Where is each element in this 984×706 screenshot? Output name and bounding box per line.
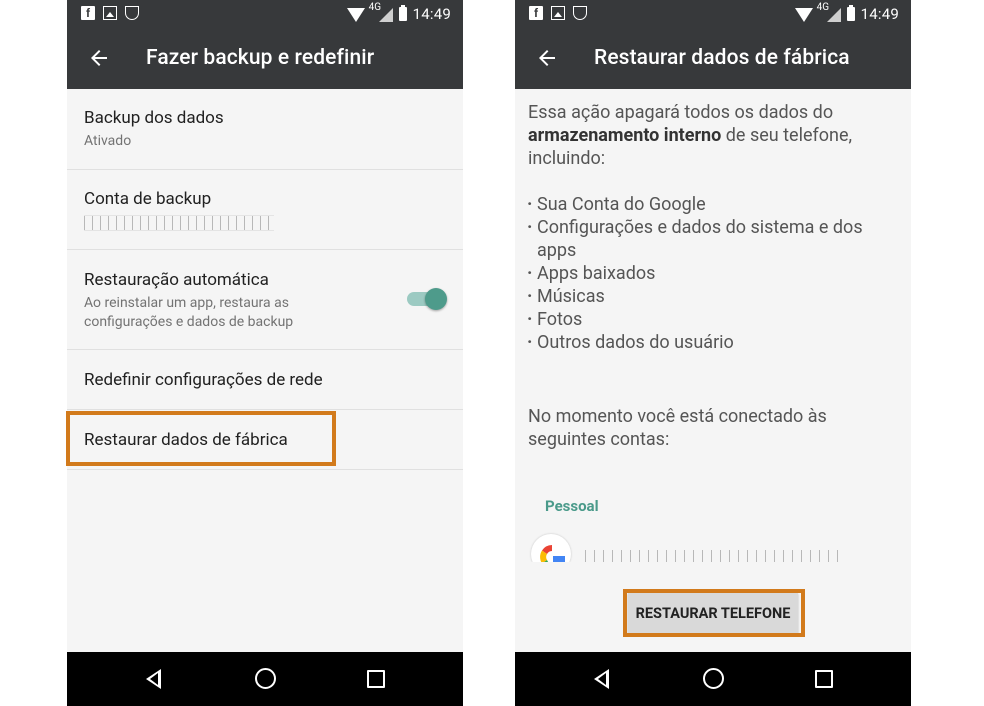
item-title: Backup dos dados [84,108,224,128]
nav-back-icon[interactable] [146,669,161,689]
nav-recents-icon[interactable] [367,670,385,688]
settings-item-factory-reset[interactable]: Restaurar dados de fábrica [67,410,463,470]
facebook-icon: f [529,6,543,20]
account-section-label: Pessoal [545,497,599,515]
wifi-icon [794,8,813,22]
warning-line-2-rest: de seu telefone, [721,125,853,146]
restore-phone-button[interactable]: RESTAURAR TELEFONE [628,593,798,633]
app-bar: Restaurar dados de fábrica [515,28,911,89]
nav-home-icon[interactable] [703,668,724,689]
navigation-bar [515,652,911,706]
nav-recents-icon[interactable] [815,670,833,688]
item-subtitle: Ativado [84,133,132,149]
gallery-icon [103,6,117,20]
list-item: Sua Conta do Google [527,193,907,216]
item-title: Restauração automática [84,270,269,290]
accounts-line-2: seguintes contas: [528,429,670,450]
phone-screen-backup-settings: f 4G 14:49 Fazer backup e redefinir Back… [67,0,463,706]
settings-item-reset-network[interactable]: Redefinir configurações de rede [67,350,463,410]
list-item-continuation: apps [537,240,577,261]
settings-item-auto-restore[interactable]: Restauração automática Ao reinstalar um … [67,250,463,350]
battery-icon [846,5,855,21]
page-title: Restaurar dados de fábrica [594,46,850,70]
wifi-icon [346,8,365,22]
item-title: Restaurar dados de fábrica [84,430,288,450]
shield-icon [573,6,587,20]
nav-back-icon[interactable] [594,669,609,689]
settings-item-backup-account[interactable]: Conta de backup [67,170,463,250]
app-bar: Fazer backup e redefinir [67,28,463,89]
item-title: Redefinir configurações de rede [84,370,323,390]
battery-icon [398,5,407,21]
data-list: Sua Conta do Google Configurações e dado… [527,193,907,354]
warning-line-2: armazenamento interno de seu telefone, [528,124,899,147]
settings-item-backup-data[interactable]: Backup dos dados Ativado [67,89,463,170]
auto-restore-toggle[interactable] [407,288,447,310]
facebook-icon: f [81,6,95,20]
warning-bold-text: armazenamento interno [528,125,722,146]
page-title: Fazer backup e redefinir [146,46,375,70]
navigation-bar [67,652,463,706]
list-item: Outros dados do usuário [527,331,907,354]
scroll-divider [515,562,911,576]
status-bar: f 4G 14:49 [515,0,911,28]
back-arrow-icon[interactable] [535,46,559,70]
shield-icon [125,6,139,20]
accounts-text: No momento você está conectado às seguin… [528,405,899,451]
redacted-account-email [84,215,274,231]
back-arrow-icon[interactable] [87,46,111,70]
item-subtitle-line1: Ao reinstalar um app, restaura as [84,295,289,311]
list-item: Configurações e dados do sistema e dosap… [527,216,907,262]
accounts-line-1: No momento você está conectado às [528,406,827,427]
cellular-signal-icon: 4G [369,2,393,22]
nav-home-icon[interactable] [255,668,276,689]
list-item: Apps baixados [527,262,907,285]
warning-line-1: Essa ação apagará todos os dados do [528,102,834,123]
gallery-icon [551,6,565,20]
status-bar: f 4G 14:49 [67,0,463,28]
cellular-signal-icon: 4G [817,2,841,22]
item-subtitle-line2: configurações e dados de backup [84,314,294,330]
warning-line-3: incluindo: [528,148,606,169]
list-item: Músicas [527,285,907,308]
item-title: Conta de backup [84,189,212,209]
list-item-text: Configurações e dados do sistema e dos [537,217,863,238]
status-time: 14:49 [860,5,899,23]
list-item: Fotos [527,308,907,331]
warning-text: Essa ação apagará todos os dados do arma… [528,101,899,170]
status-time: 14:49 [412,5,451,23]
phone-screen-factory-reset: f 4G 14:49 Restaurar dados de fábrica Es… [515,0,911,706]
